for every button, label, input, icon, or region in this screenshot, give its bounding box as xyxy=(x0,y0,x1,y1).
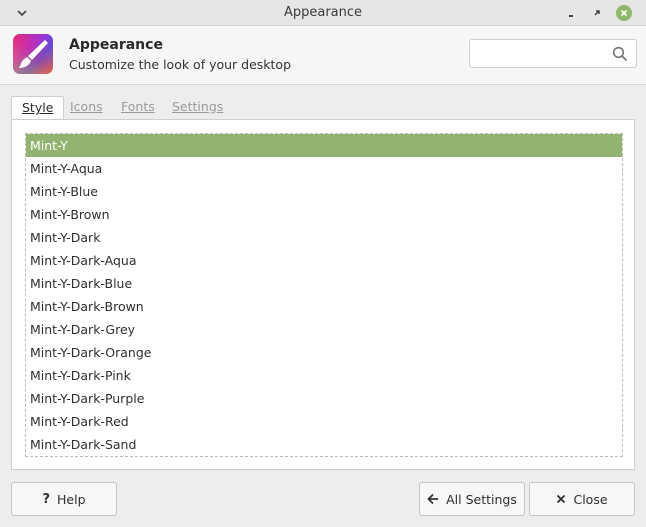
restore-icon xyxy=(594,10,600,16)
list-item[interactable]: Mint-Y-Dark-Aqua xyxy=(26,249,622,272)
maximize-button[interactable] xyxy=(588,4,606,22)
list-item[interactable]: Mint-Y-Dark-Grey xyxy=(26,318,622,341)
app-header: Appearance Customize the look of your de… xyxy=(0,26,646,85)
tab-icons-label: Icons xyxy=(70,99,103,114)
tab-style-label: Style xyxy=(22,100,54,115)
list-item[interactable]: Mint-Y-Blue xyxy=(26,180,622,203)
window-title: Appearance xyxy=(283,5,363,20)
all-settings-button[interactable]: All Settings xyxy=(419,482,525,516)
title-bar: Appearance xyxy=(0,0,646,26)
minimize-button[interactable] xyxy=(563,4,581,22)
list-item[interactable]: Mint-Y-Dark-Blue xyxy=(26,272,622,295)
list-item[interactable]: Mint-Y-Dark xyxy=(26,226,622,249)
close-button[interactable]: Close xyxy=(529,482,635,516)
list-item[interactable]: Mint-Y-Dark-Pink xyxy=(26,364,622,387)
tab-settings[interactable]: Settings xyxy=(172,96,223,120)
paintbrush-icon xyxy=(13,34,53,74)
close-icon xyxy=(616,5,632,21)
list-item[interactable]: Mint-Y-Dark-Red xyxy=(26,410,622,433)
search-box[interactable] xyxy=(469,39,637,68)
app-subtitle: Customize the look of your desktop xyxy=(69,57,292,72)
appearance-window: Appearance Appearance Customize the look… xyxy=(0,0,646,527)
tab-settings-label: Settings xyxy=(172,99,224,114)
search-input[interactable] xyxy=(476,44,604,64)
question-icon: ? xyxy=(42,491,51,507)
tab-style[interactable]: Style xyxy=(11,96,65,121)
all-settings-button-label: All Settings xyxy=(446,491,517,507)
close-window-button[interactable] xyxy=(615,4,633,22)
arrow-left-icon xyxy=(427,493,439,505)
tab-icons[interactable]: Icons xyxy=(70,96,103,120)
tab-fonts-label: Fonts xyxy=(121,99,155,114)
style-panel: Mint-Y Mint-Y-Aqua Mint-Y-Blue Mint-Y-Br… xyxy=(11,119,635,470)
close-button-label: Close xyxy=(573,491,608,507)
theme-list[interactable]: Mint-Y Mint-Y-Aqua Mint-Y-Blue Mint-Y-Br… xyxy=(25,133,623,457)
list-item[interactable]: Mint-Y xyxy=(26,134,622,157)
list-item[interactable]: Mint-Y-Dark-Sand xyxy=(26,433,622,456)
list-item[interactable]: Mint-Y-Dark-Brown xyxy=(26,295,622,318)
list-item[interactable]: Mint-Y-Dark-Orange xyxy=(26,341,622,364)
minimize-icon xyxy=(569,15,573,17)
help-button[interactable]: ? Help xyxy=(11,482,117,516)
tab-fonts[interactable]: Fonts xyxy=(121,96,155,120)
help-button-label: Help xyxy=(57,491,86,507)
list-item[interactable]: Mint-Y-Aqua xyxy=(26,157,622,180)
search-icon xyxy=(612,46,628,62)
list-item[interactable]: Mint-Y-Dark-Purple xyxy=(26,387,622,410)
app-title: Appearance xyxy=(69,37,163,53)
x-icon xyxy=(557,494,566,504)
list-item[interactable]: Mint-Y-Brown xyxy=(26,203,622,226)
